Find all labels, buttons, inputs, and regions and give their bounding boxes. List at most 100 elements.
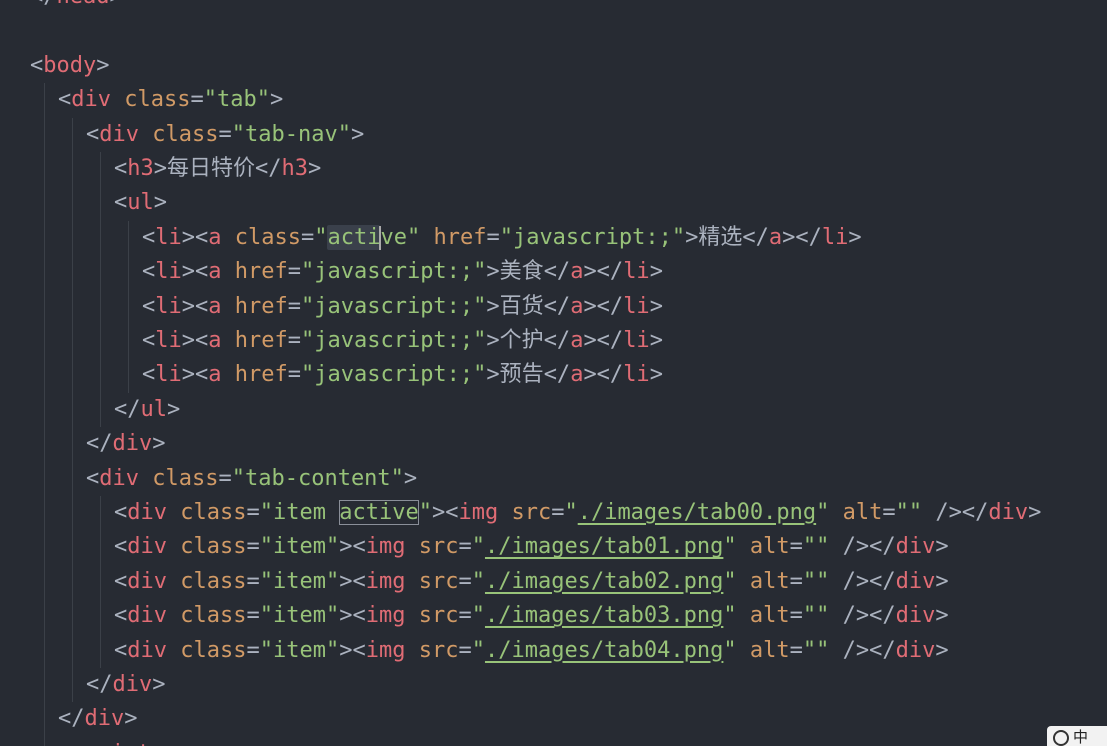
code-token: href xyxy=(433,224,487,250)
code-token: < xyxy=(142,328,156,353)
code-token: li xyxy=(623,293,650,319)
code-token: "item" xyxy=(259,534,340,560)
code-token: "javascript:;" xyxy=(300,293,487,319)
code-line[interactable]: <li><a href="javascript:;">预告</a></li> xyxy=(0,358,1107,392)
code-editor[interactable]: </head><body><div class="tab"><div class… xyxy=(0,0,1107,746)
code-token: ></ xyxy=(583,328,624,353)
code-token: 百货 xyxy=(499,293,544,319)
code-line[interactable]: <li><a class="active" href="javascript:;… xyxy=(0,221,1107,255)
code-line[interactable]: </head> xyxy=(0,0,1107,14)
code-token: div xyxy=(127,500,167,525)
code-line[interactable]: <ul> xyxy=(0,186,1107,220)
code-line[interactable]: <div class="item"><img src="./images/tab… xyxy=(0,599,1107,633)
code-token: li xyxy=(155,224,182,250)
code-token: div xyxy=(895,637,936,663)
code-token: li xyxy=(623,259,650,285)
code-token: src xyxy=(418,637,459,663)
code-token: ./images/tab04.png xyxy=(484,637,724,663)
code-token: a xyxy=(208,293,222,319)
code-token: = xyxy=(218,121,232,147)
code-token: > xyxy=(935,637,949,663)
code-token: "" xyxy=(895,500,923,525)
code-token: ></ xyxy=(782,224,822,250)
code-token: = xyxy=(287,259,301,285)
code-token: </ xyxy=(30,0,57,9)
code-token: class xyxy=(180,568,247,594)
code-token: class xyxy=(234,224,301,250)
code-token: img xyxy=(365,568,406,594)
code-token: alt xyxy=(749,534,790,560)
code-token: class xyxy=(124,87,191,113)
code-token: > xyxy=(167,396,181,422)
code-token: = xyxy=(458,637,472,663)
code-token: = xyxy=(300,224,315,250)
code-line[interactable]: <li><a href="javascript:;">美食</a></li> xyxy=(0,255,1107,289)
code-line[interactable]: </div> xyxy=(0,427,1107,461)
code-token: >< xyxy=(181,362,209,388)
code-token: = xyxy=(246,500,260,525)
code-token: > xyxy=(124,706,138,732)
code-token: >< xyxy=(339,637,366,663)
code-line[interactable]: <div class="item"><img src="./images/tab… xyxy=(0,530,1107,564)
code-line[interactable]: </div> xyxy=(0,702,1107,736)
code-line[interactable]: <div class="item"><img src="./images/tab… xyxy=(0,565,1107,599)
code-line[interactable]: <script> xyxy=(0,737,1107,746)
code-token: ul xyxy=(127,190,154,216)
code-token: 精选 xyxy=(698,224,743,250)
code-token: < xyxy=(30,52,44,78)
code-token: = xyxy=(458,568,472,594)
code-line[interactable]: <body> xyxy=(0,49,1107,83)
code-token: ></ xyxy=(583,362,624,388)
code-token: > xyxy=(152,431,166,457)
code-token: > xyxy=(486,293,500,319)
code-token: h3 xyxy=(127,156,154,181)
code-token: < xyxy=(114,637,128,663)
code-line[interactable]: <li><a href="javascript:;">百货</a></li> xyxy=(0,290,1107,324)
code-token: < xyxy=(86,121,100,147)
code-line[interactable]: <div class="tab-content"> xyxy=(0,462,1107,496)
code-token: " xyxy=(564,500,578,525)
code-token: = xyxy=(287,362,301,388)
code-token: div xyxy=(127,637,167,663)
code-line[interactable]: <h3>每日特价</h3> xyxy=(0,152,1107,186)
code-line[interactable]: </ul> xyxy=(0,393,1107,427)
code-line[interactable]: </div> xyxy=(0,668,1107,702)
code-line[interactable]: <div class="item"><img src="./images/tab… xyxy=(0,634,1107,668)
code-line[interactable]: <div class="tab-nav"> xyxy=(0,118,1107,152)
code-token: href xyxy=(234,293,288,319)
code-token: class xyxy=(180,534,247,560)
code-token: ></ xyxy=(583,259,624,285)
code-token: >< xyxy=(181,259,209,285)
code-token: </ xyxy=(543,328,571,353)
code-token: href xyxy=(234,259,288,285)
code-token: > xyxy=(350,121,365,147)
code-token: < xyxy=(114,603,128,629)
code-line[interactable]: <div class="item active"><img src="./ima… xyxy=(0,496,1107,530)
code-token: = xyxy=(246,637,260,663)
code-line[interactable] xyxy=(0,14,1107,48)
code-token: alt xyxy=(749,637,790,663)
code-token: "item xyxy=(259,500,340,525)
code-token: a xyxy=(570,362,584,388)
code-token: " xyxy=(723,603,737,629)
code-token: " xyxy=(314,224,328,250)
code-token: 预告 xyxy=(499,362,544,388)
code-line[interactable]: <div class="tab"> xyxy=(0,83,1107,117)
code-token: div xyxy=(127,534,167,560)
input-method-indicator[interactable]: 中 xyxy=(1047,726,1107,746)
code-token: img xyxy=(365,603,406,629)
code-token: a xyxy=(768,224,783,250)
code-token: > xyxy=(486,259,500,285)
code-token: ve" xyxy=(380,224,421,250)
code-line[interactable]: <li><a href="javascript:;">个护</a></li> xyxy=(0,324,1107,358)
